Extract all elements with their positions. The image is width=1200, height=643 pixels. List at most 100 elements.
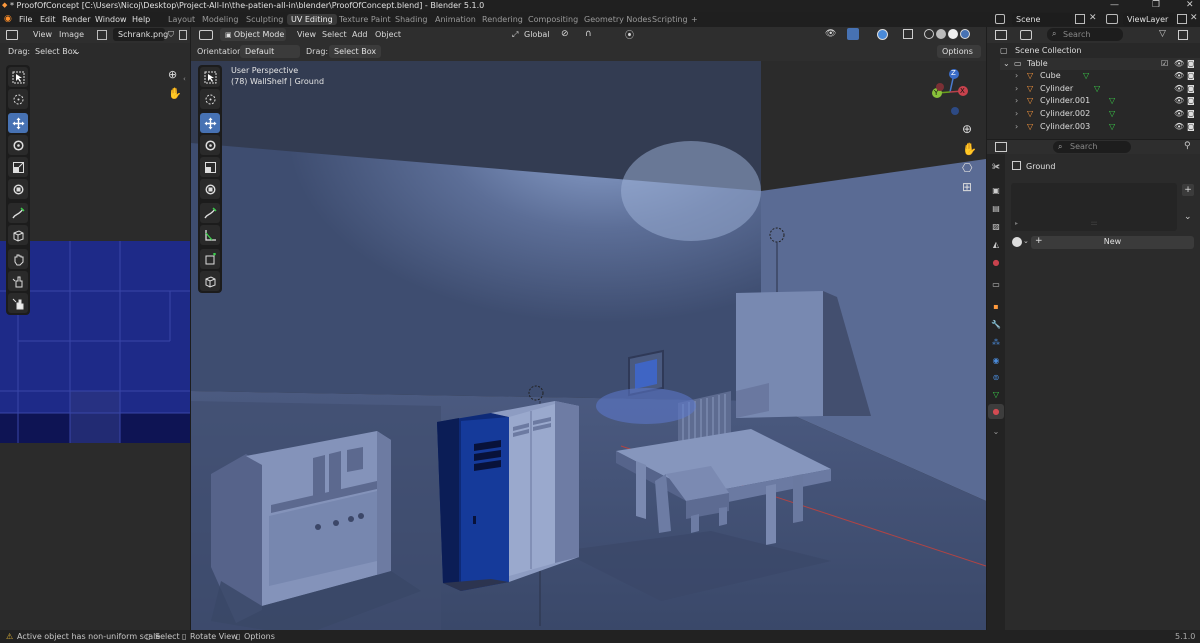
blender-menu-icon[interactable]: ◉ (4, 14, 12, 24)
tool-scale[interactable] (200, 157, 220, 177)
visibility-eye-icon[interactable]: 👁 (1174, 59, 1184, 68)
collection-checkbox-icon[interactable]: ☑ (1161, 59, 1168, 68)
shading-rendered-icon[interactable] (960, 29, 970, 39)
editor-type-3d-icon[interactable] (199, 30, 213, 40)
outliner-row-cube[interactable]: › ▽ Cube ▽ 👁 ◙ (1000, 70, 1200, 82)
viewport-pan-icon[interactable]: ✋ (962, 142, 977, 156)
scene-icon[interactable] (995, 14, 1005, 24)
tab-shading[interactable]: Shading (391, 14, 432, 25)
tab-particles-icon[interactable]: ⁂ (990, 336, 1002, 348)
tab-constraints-icon[interactable]: ⊚ (990, 371, 1002, 383)
tab-texture-paint[interactable]: Texture Paint (335, 14, 395, 25)
uv-tool-transform[interactable] (8, 179, 28, 199)
delete-scene-icon[interactable]: ✕ (1089, 13, 1097, 23)
uv-tool-annotate[interactable] (8, 203, 28, 223)
tab-geometry-nodes[interactable]: Geometry Nodes (580, 14, 655, 25)
list-resize-icon[interactable]: ▸ (1015, 220, 1018, 227)
transform-space-dropdown[interactable]: Global (524, 30, 550, 39)
tab-render-icon[interactable]: ▣ (990, 184, 1002, 196)
tab-sculpting[interactable]: Sculpting (242, 14, 287, 25)
tab-scene-icon[interactable]: ◭ (990, 238, 1002, 250)
viewport-menu-select[interactable]: Select (322, 30, 347, 39)
properties-editor-type-icon[interactable] (995, 142, 1007, 152)
tab-animation[interactable]: Animation (431, 14, 480, 25)
tool-add-cube[interactable] (200, 249, 220, 269)
tab-modifiers-wrench-icon[interactable]: 🔧 (990, 318, 1002, 330)
properties-search-field[interactable]: ⌕ Search (1053, 141, 1131, 153)
viewport-drag-dropdown[interactable]: Select Box (329, 45, 381, 58)
material-slot-list[interactable]: ▸ ::: (1011, 183, 1177, 231)
outliner-editor-type-icon[interactable] (995, 30, 1007, 40)
tool-measure[interactable] (200, 225, 220, 245)
new-collection-icon[interactable] (1178, 30, 1188, 40)
pan-hand-icon[interactable]: ✋ (168, 87, 182, 100)
zoom-icon[interactable]: ⊕ (168, 68, 177, 81)
options-dropdown[interactable]: Options (937, 45, 981, 58)
navigation-gizmo[interactable]: Z Y X (924, 66, 976, 118)
tool-transform[interactable] (200, 179, 220, 199)
fake-user-shield-icon[interactable]: ⛉ (168, 30, 174, 40)
maximize-button[interactable]: ❐ (1152, 0, 1160, 10)
new-scene-icon[interactable] (1075, 14, 1085, 24)
sidebar-toggle-icon[interactable]: ‹ (183, 75, 186, 83)
outliner-row-scene-collection[interactable]: ▢ Scene Collection (1000, 45, 1200, 57)
outliner-row-cylinder-002[interactable]: › ▽ Cylinder.002 ▽ 👁 ◙ (1000, 108, 1200, 120)
new-view-layer-icon[interactable] (1177, 14, 1187, 24)
tool-select-box[interactable] (200, 67, 220, 87)
add-workspace-button[interactable]: + (687, 14, 702, 25)
uv-tool-pinch[interactable] (8, 293, 28, 313)
image-menu-image[interactable]: Image (59, 30, 84, 39)
tab-data-icon[interactable]: ▽ (990, 388, 1002, 400)
viewport-menu-add[interactable]: Add (352, 30, 368, 39)
image-browse-icon[interactable] (97, 30, 107, 40)
uv-tool-scale[interactable] (8, 157, 28, 177)
viewport-canvas[interactable]: User Perspective (78) WallShelf | Ground… (191, 61, 986, 630)
viewport-menu-view[interactable]: View (297, 30, 316, 39)
close-button[interactable]: ✕ (1186, 0, 1194, 10)
image-drag-dropdown[interactable]: Select Box (35, 47, 77, 56)
chevron-down-icon[interactable]: ⌄ (1023, 237, 1029, 245)
menu-render[interactable]: Render (62, 15, 90, 24)
outliner-row-cylinder-003[interactable]: › ▽ Cylinder.003 ▽ 👁 ◙ (1000, 121, 1200, 133)
visibility-eye-icon[interactable]: 👁 (1174, 71, 1184, 80)
tab-compositing[interactable]: Compositing (524, 14, 582, 25)
tool-annotate[interactable] (200, 203, 220, 223)
tab-rendering[interactable]: Rendering (478, 14, 527, 25)
tab-uv-editing[interactable]: UV Editing (287, 14, 337, 25)
viewport-zoom-icon[interactable]: ⊕ (962, 122, 972, 136)
pivot-point-icon[interactable]: ⊘ (561, 29, 569, 39)
gizmo-toggle-icon[interactable] (847, 28, 859, 40)
snap-magnet-icon[interactable]: ∩ (585, 29, 592, 39)
visibility-eye-icon[interactable]: 👁 (825, 29, 836, 39)
tab-collection-icon[interactable]: ▭ (990, 278, 1002, 290)
add-slot-button[interactable]: + (1182, 184, 1194, 196)
render-camera-icon[interactable]: ◙ (1187, 71, 1195, 80)
scene-selector[interactable]: Scene (1012, 13, 1072, 26)
shading-wireframe-icon[interactable] (924, 29, 934, 39)
tab-modeling[interactable]: Modeling (198, 14, 242, 25)
material-sphere-icon[interactable] (1012, 237, 1022, 247)
ortho-grid-icon[interactable]: ⊞ (962, 180, 972, 194)
display-mode-icon[interactable] (1020, 30, 1032, 40)
mode-dropdown[interactable]: ▣ Object Mode (220, 28, 286, 41)
view-layer-selector[interactable]: ViewLayer (1123, 13, 1175, 26)
uv-tool-cursor[interactable] (8, 89, 28, 109)
filter-icon[interactable]: ▽ (1159, 29, 1166, 39)
image-menu-view[interactable]: View (33, 30, 52, 39)
outliner-row-table[interactable]: ⌄ ▭ Table ☑ 👁 ◙ (1000, 58, 1200, 70)
menu-file[interactable]: File (19, 15, 32, 24)
xray-toggle-icon[interactable] (903, 29, 913, 39)
outliner-row-cylinder-001[interactable]: › ▽ Cylinder.001 ▽ 👁 ◙ (1000, 95, 1200, 107)
tab-scripting[interactable]: Scripting (648, 14, 692, 25)
view-layer-icon[interactable] (1106, 14, 1118, 24)
tab-more-chevron-icon[interactable]: ⌄ (990, 425, 1002, 437)
tab-output-icon[interactable]: ▤ (990, 202, 1002, 214)
uv-tool-select-box[interactable] (8, 67, 28, 87)
menu-window[interactable]: Window (95, 15, 127, 24)
camera-view-icon[interactable]: ⎔ (962, 161, 972, 175)
minimize-button[interactable]: — (1110, 0, 1119, 10)
slot-specials-chevron-icon[interactable]: ⌄ (1184, 212, 1192, 222)
render-camera-icon[interactable]: ◙ (1187, 59, 1195, 68)
new-image-icon[interactable] (179, 30, 187, 40)
orientation-dropdown[interactable]: Default (240, 45, 300, 58)
